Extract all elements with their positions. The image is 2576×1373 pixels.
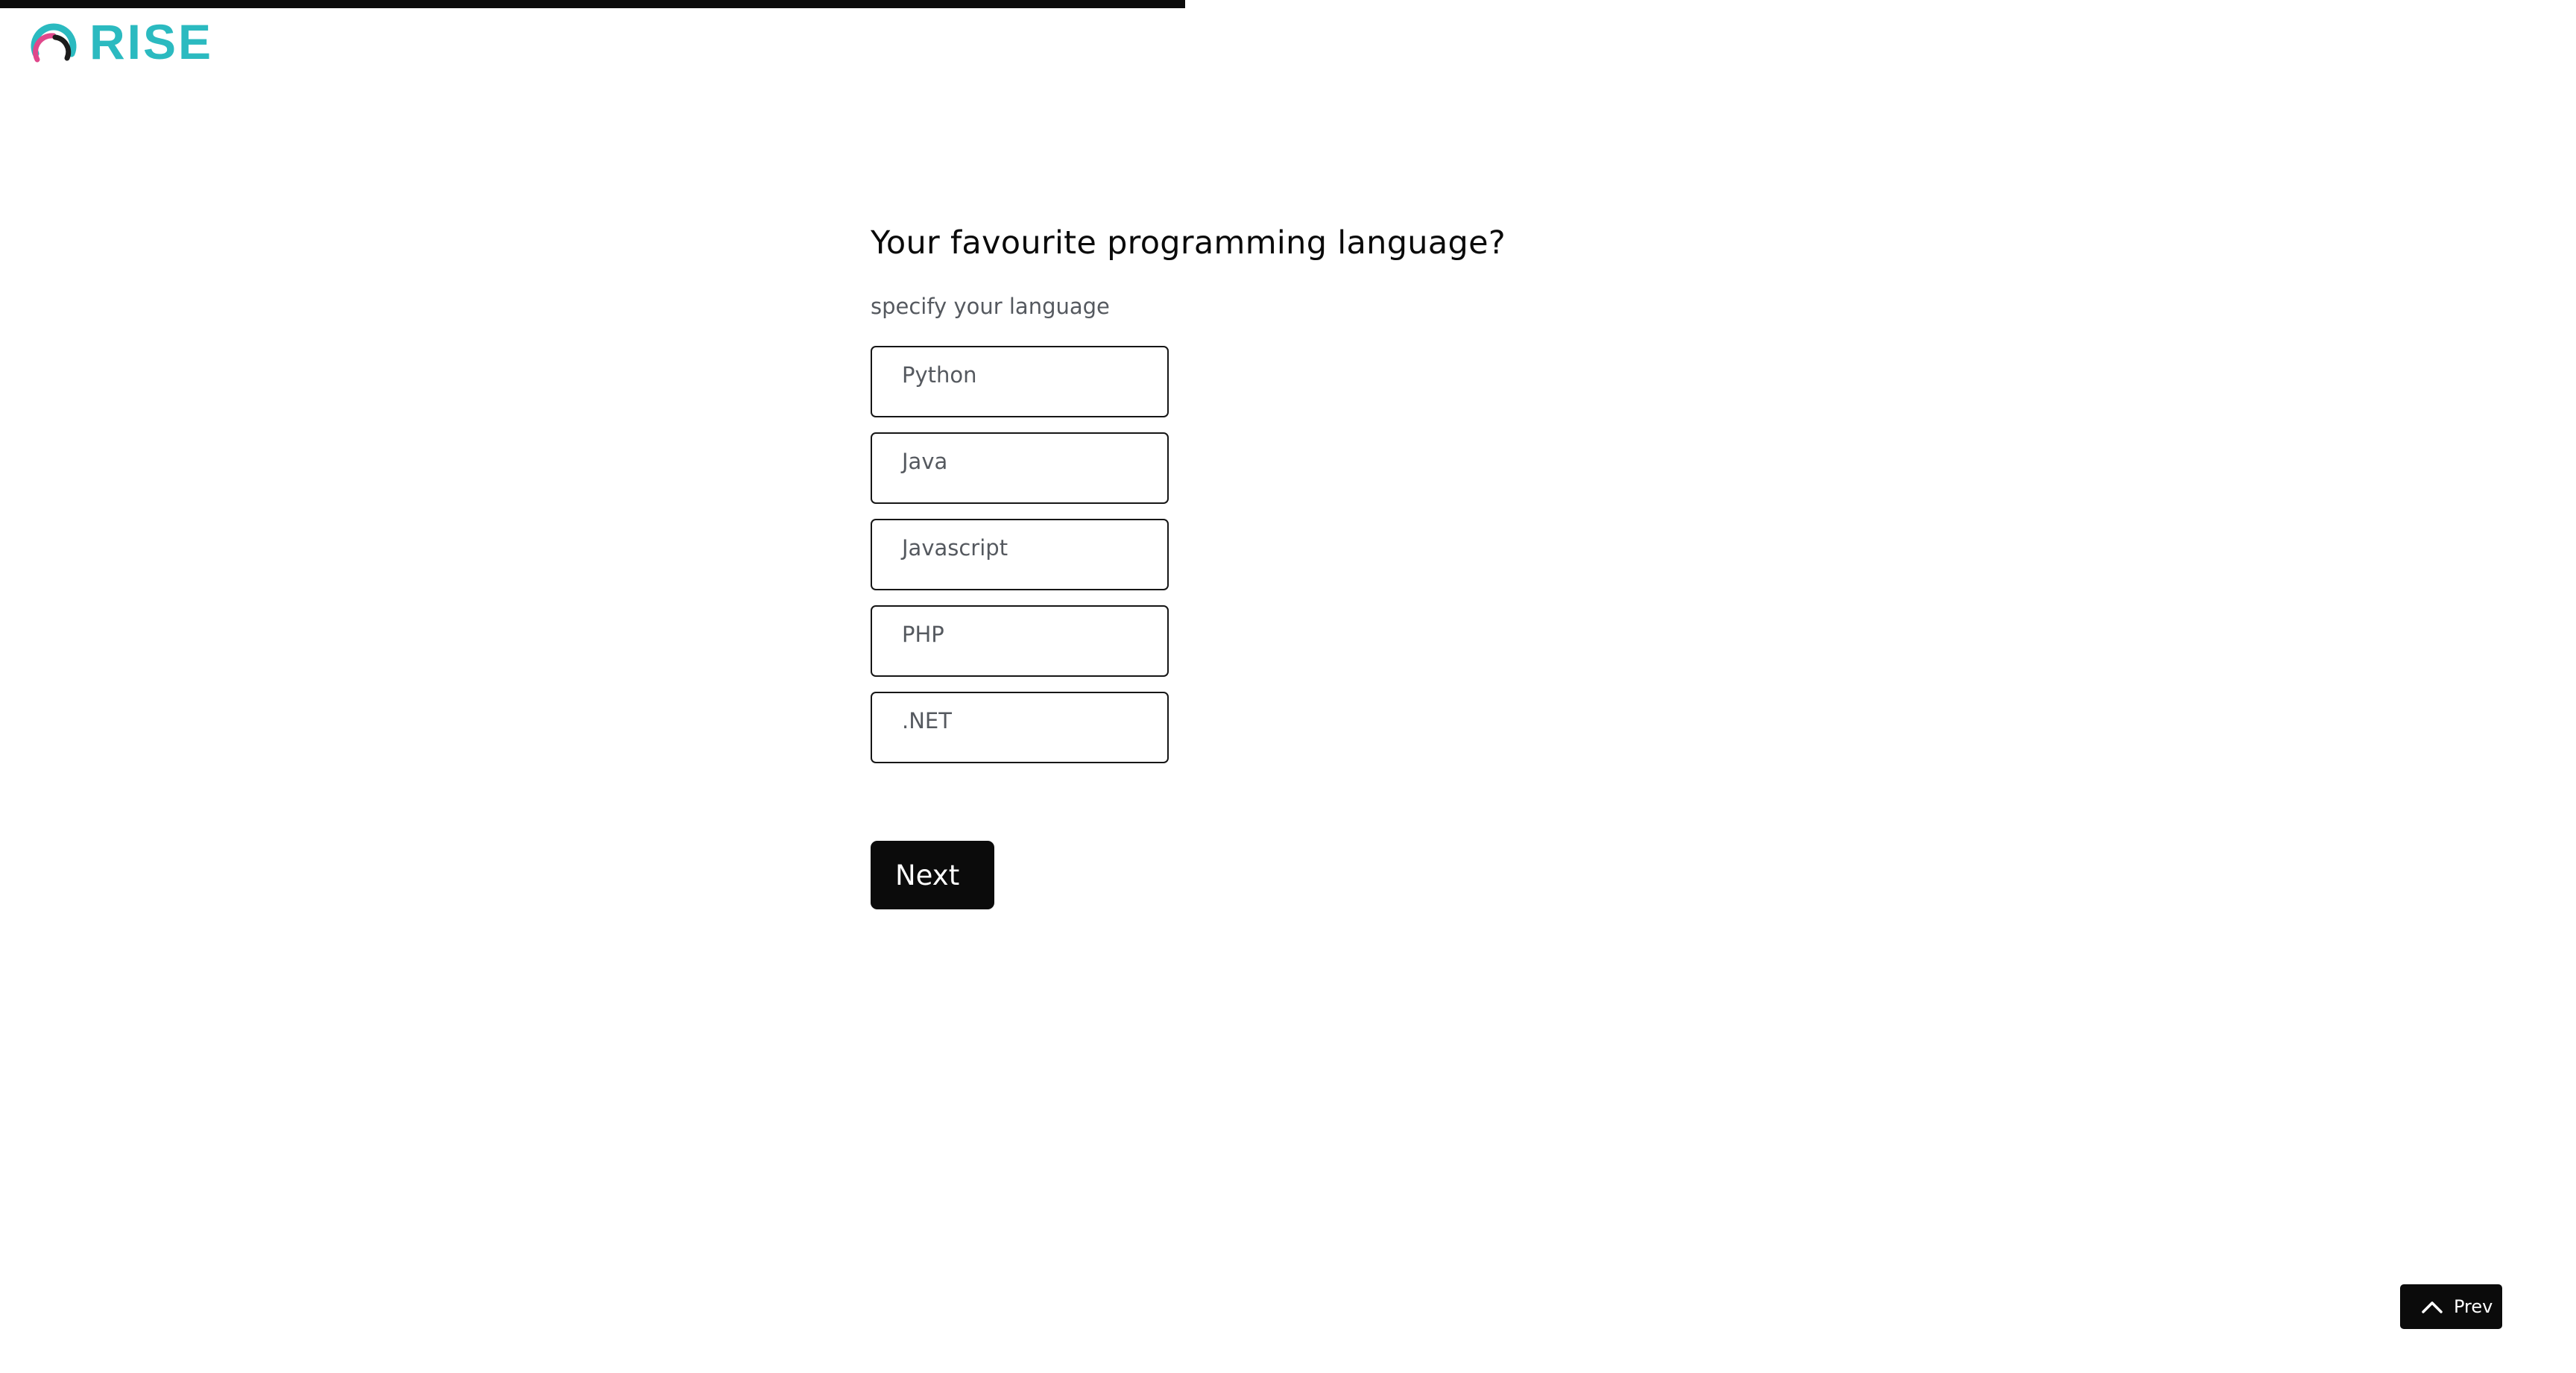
- option-label: Python: [902, 362, 977, 388]
- option-python[interactable]: Python: [871, 346, 1169, 417]
- rise-logo[interactable]: RISE: [28, 16, 213, 67]
- option-list: Python Java Javascript PHP .NET: [871, 346, 1765, 763]
- option-label: Javascript: [902, 535, 1008, 561]
- option-label: PHP: [902, 622, 944, 647]
- question-title: Your favourite programming language?: [871, 224, 1506, 262]
- question-form: Your favourite programming language? spe…: [871, 216, 1765, 909]
- option-label: Java: [902, 449, 948, 474]
- prev-button-label: Prev: [2454, 1296, 2493, 1317]
- next-button[interactable]: Next: [871, 841, 994, 909]
- prev-button[interactable]: Prev: [2400, 1284, 2502, 1329]
- option-dotnet[interactable]: .NET: [871, 692, 1169, 763]
- option-php[interactable]: PHP: [871, 605, 1169, 677]
- option-java[interactable]: Java: [871, 432, 1169, 504]
- option-javascript[interactable]: Javascript: [871, 519, 1169, 590]
- rise-logo-text: RISE: [89, 14, 214, 69]
- question-hint: specify your language: [871, 294, 1110, 319]
- rise-logo-mark-icon: [31, 23, 77, 63]
- chevron-up-icon: [2422, 1301, 2443, 1313]
- option-label: .NET: [902, 708, 952, 733]
- progress-bar: [0, 0, 1185, 8]
